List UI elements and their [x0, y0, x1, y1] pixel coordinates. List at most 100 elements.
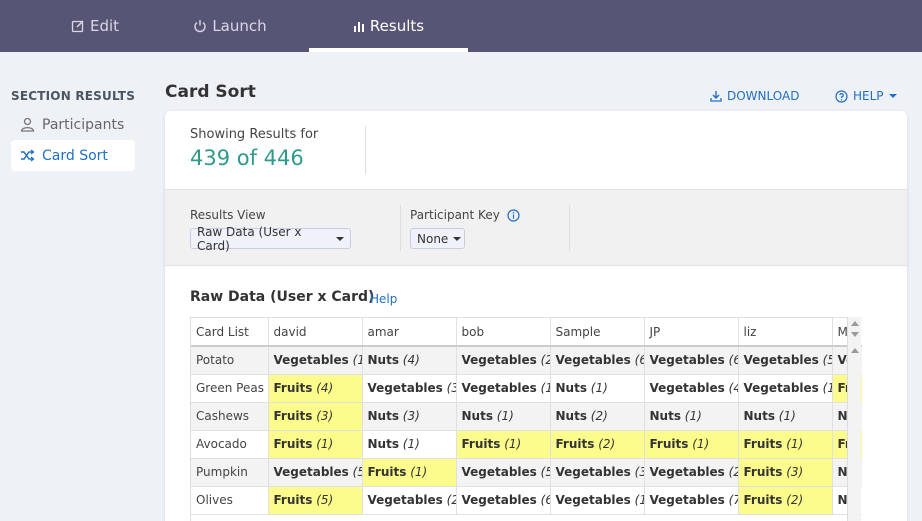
category-rank: (2)	[786, 493, 804, 507]
category-rank: (1)	[496, 409, 514, 423]
category-name: Vegetables	[555, 493, 631, 507]
category-rank: (1)	[402, 437, 420, 451]
category-rank: (6)	[728, 353, 737, 368]
category-cell: Nuts (1)	[738, 402, 833, 431]
category-name: Nuts	[367, 409, 399, 423]
sidebar-heading: SECTION RESULTS	[11, 89, 136, 103]
section-help-link[interactable]: Help	[370, 292, 397, 306]
sidebar-item-card-sort[interactable]: Card Sort	[11, 140, 135, 171]
category-cell: Nuts (3)	[362, 402, 457, 431]
category-name: Vegetables	[649, 465, 725, 479]
category-rank: (5)	[822, 353, 831, 368]
category-name: Vegetables	[649, 381, 725, 395]
category-cell: Vegetables (5)	[738, 346, 833, 375]
category-rank: (1)	[504, 437, 522, 451]
category-name: Nuts	[743, 409, 775, 423]
category-rank: (3)	[634, 465, 643, 479]
category-cell: Fruits (1)	[268, 430, 363, 459]
category-name: Fruits	[743, 465, 783, 479]
card-name-cell: Pumpkin	[191, 458, 269, 487]
category-cell: Nuts (1)	[550, 374, 645, 403]
category-name: Nuts	[367, 353, 399, 368]
category-rank: (7)	[728, 493, 737, 507]
results-view-label: Results View	[190, 208, 266, 222]
shuffle-icon	[20, 149, 35, 162]
category-cell: Vegetables (5)	[268, 458, 363, 487]
category-rank: (2)	[598, 437, 616, 451]
category-rank: (1)	[786, 437, 804, 451]
table-row: PumpkinVegetables (5)Fruits (1)Vegetable…	[191, 458, 862, 487]
category-name: Fruits	[273, 437, 313, 451]
category-cell: Nuts (4)	[362, 346, 457, 375]
category-cell: Vegetables (3)	[550, 458, 645, 487]
participant-key-value: None	[417, 231, 449, 246]
tab-edit[interactable]: Edit	[25, 0, 165, 52]
category-cell: Fruits (5)	[268, 486, 363, 515]
column-header-participant: JP	[644, 318, 739, 347]
category-cell: Vegetables (6)	[644, 346, 739, 375]
category-rank: (1)	[316, 437, 334, 451]
download-icon	[710, 90, 722, 102]
category-cell: Vegetables (1)	[738, 374, 833, 403]
category-name: Fruits	[743, 493, 783, 507]
category-cell: Vegetables (4)	[644, 374, 739, 403]
category-name: Fruits	[649, 437, 689, 451]
column-header-participant: liz	[738, 318, 833, 347]
filters-bar: Results View Raw Data (User x Card) Part…	[165, 189, 907, 266]
category-rank: (5)	[316, 493, 334, 507]
category-cell: Fruits (1)	[456, 430, 551, 459]
tab-results[interactable]: Results	[309, 0, 468, 52]
sidebar-item-label: Card Sort	[42, 147, 108, 164]
category-cell: Vegetables (2)	[456, 346, 551, 375]
sidebar-item-participants[interactable]: Participants	[11, 109, 135, 140]
table-row: Cashews Fruits (3) Nuts (3) Nuts (1) Nuts (2…	[191, 402, 862, 431]
chevron-down-icon	[336, 236, 344, 241]
table-scrollbar[interactable]	[847, 317, 861, 521]
info-icon[interactable]	[507, 208, 520, 222]
scroll-up-arrow-icon[interactable]	[851, 348, 859, 353]
category-cell: Fruits (2)	[738, 486, 833, 515]
results-view-select[interactable]: Raw Data (User x Card)	[190, 225, 351, 253]
category-rank: (5)	[540, 465, 549, 479]
help-dropdown[interactable]: HELP	[835, 89, 897, 103]
top-nav: Edit Launch Results	[0, 0, 922, 52]
category-name: Nuts	[461, 409, 493, 423]
participant-key-select[interactable]: None	[410, 228, 465, 249]
category-rank: (6)	[634, 353, 643, 368]
raw-data-table-wrap: Card List david amar bob Sample JP liz M Potato…	[190, 317, 862, 521]
section-title: Raw Data (User x Card)	[190, 289, 375, 305]
bar-chart-icon	[353, 20, 365, 32]
category-name: Vegetables	[461, 465, 537, 479]
category-cell: Nuts (1)	[644, 402, 739, 431]
category-name: Vegetables	[649, 353, 725, 368]
category-cell: Vegetables (5)	[456, 458, 551, 487]
table-header-row: Card List david amar bob Sample JP liz M	[191, 318, 862, 347]
category-name: Vegetables	[555, 465, 631, 479]
results-card: Showing Results for 439 of 446 Results V…	[165, 111, 907, 521]
category-name: Vegetables	[555, 353, 631, 368]
category-rank: (3)	[446, 381, 455, 395]
category-name: Fruits	[367, 465, 407, 479]
column-header-participant: Sample	[550, 318, 645, 347]
category-name: Fruits	[461, 437, 501, 451]
table-row: Green PeasFruits (4)Vegetables (3)Vegeta…	[191, 374, 862, 403]
scroll-up-arrow-icon[interactable]	[851, 321, 859, 326]
tab-results-label: Results	[369, 17, 425, 35]
raw-data-table: Card List david amar bob Sample JP liz M Potato…	[191, 318, 862, 515]
card-name-cell: Potato	[191, 346, 269, 375]
category-cell: Vegetables (7)	[644, 486, 739, 515]
category-name: Nuts	[367, 437, 399, 451]
category-rank: (2)	[540, 353, 549, 368]
download-button[interactable]: DOWNLOAD	[710, 89, 799, 103]
category-rank: (1)	[778, 409, 796, 423]
category-rank: (3)	[402, 409, 420, 423]
category-cell: Nuts (1)	[456, 402, 551, 431]
category-name: Vegetables	[367, 381, 443, 395]
category-cell: Vegetables (6)	[550, 346, 645, 375]
category-cell: Vegetables (6)	[456, 486, 551, 515]
scroll-down-arrow-icon[interactable]	[851, 332, 859, 337]
card-name-cell: Avocado	[191, 430, 269, 459]
user-icon	[20, 117, 35, 132]
category-rank: (1)	[634, 493, 643, 507]
tab-launch[interactable]: Launch	[160, 0, 300, 52]
